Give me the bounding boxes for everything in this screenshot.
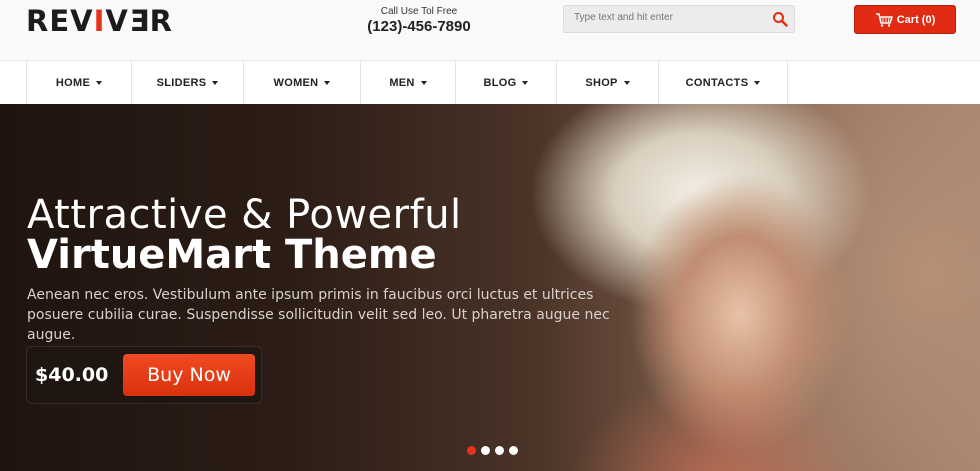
nav-item-label: SLIDERS bbox=[156, 76, 207, 89]
caret-down-icon bbox=[212, 80, 219, 85]
logo-text-r: R bbox=[149, 4, 173, 38]
logo-text-rev: REV bbox=[26, 4, 94, 38]
slider-dot-3[interactable] bbox=[495, 446, 504, 455]
site-header: REVIVER Call Use Tol Free (123)-456-7890… bbox=[0, 0, 980, 61]
caret-down-icon bbox=[420, 80, 427, 85]
nav-item-men[interactable]: MEN bbox=[361, 61, 456, 104]
caret-down-icon bbox=[623, 80, 630, 85]
basket-icon bbox=[875, 12, 893, 27]
nav-item-label: SHOP bbox=[585, 76, 618, 89]
nav-item-label: CONTACTS bbox=[685, 76, 749, 89]
search-box bbox=[563, 5, 795, 33]
phone-caption: Call Use Tol Free bbox=[380, 6, 458, 17]
caret-down-icon bbox=[522, 80, 529, 85]
logo-text-mirrored-e: E bbox=[128, 4, 150, 38]
nav-item-blog[interactable]: BLOG bbox=[456, 61, 557, 104]
nav-item-label: WOMEN bbox=[273, 76, 319, 89]
hero-description: Aenean nec eros. Vestibulum ante ipsum p… bbox=[27, 287, 610, 343]
caret-down-icon bbox=[754, 80, 761, 85]
cart-label: Cart (0) bbox=[896, 13, 936, 26]
caret-down-icon bbox=[324, 80, 331, 85]
nav-item-label: MEN bbox=[389, 76, 415, 89]
nav-item-contacts[interactable]: CONTACTS bbox=[659, 61, 788, 104]
site-logo[interactable]: REVIVER bbox=[26, 4, 173, 38]
slider-dots bbox=[467, 446, 518, 455]
cart-button[interactable]: Cart (0) bbox=[854, 5, 956, 34]
nav-item-women[interactable]: WOMEN bbox=[244, 61, 361, 104]
search-input[interactable] bbox=[574, 12, 764, 23]
main-nav: HOME SLIDERS WOMEN MEN BLOG SHOP CONTACT… bbox=[0, 61, 980, 105]
nav-item-label: BLOG bbox=[483, 76, 517, 89]
nav-item-label: HOME bbox=[55, 76, 91, 89]
buy-now-button[interactable]: Buy Now bbox=[123, 354, 255, 396]
slider-dot-2[interactable] bbox=[481, 446, 490, 455]
nav-item-home[interactable]: HOME bbox=[27, 61, 132, 104]
phone-block: Call Use Tol Free (123)-456-7890 bbox=[366, 6, 472, 35]
price-box: $40.00 Buy Now bbox=[26, 346, 262, 404]
logo-text-accent: I bbox=[93, 4, 106, 38]
caret-down-icon bbox=[96, 80, 103, 85]
phone-number: (123)-456-7890 bbox=[367, 18, 471, 35]
hero-price: $40.00 bbox=[35, 364, 109, 386]
slider-dot-4[interactable] bbox=[509, 446, 518, 455]
hero-title-line2: VirtueMart Theme bbox=[27, 232, 437, 278]
nav-item-sliders[interactable]: SLIDERS bbox=[132, 61, 244, 104]
nav-item-shop[interactable]: SHOP bbox=[557, 61, 659, 104]
search-icon[interactable] bbox=[772, 11, 788, 27]
logo-text-v: V bbox=[105, 4, 129, 38]
slider-dot-1[interactable] bbox=[467, 446, 476, 455]
hero-slider: Attractive & Powerful VirtueMart Theme A… bbox=[0, 104, 980, 471]
